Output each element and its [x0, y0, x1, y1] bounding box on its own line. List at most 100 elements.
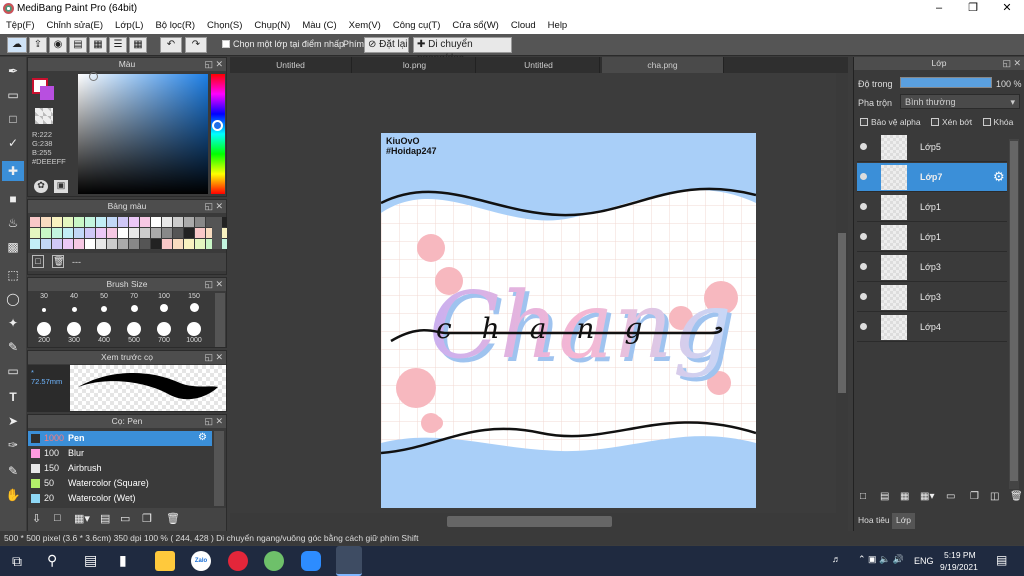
new-layer-icon[interactable]: □ [860, 491, 866, 502]
opera-icon[interactable] [228, 551, 248, 571]
menu-select[interactable]: Chọn(S) [201, 17, 248, 31]
dropper-tool-icon[interactable]: ✎ [2, 461, 24, 481]
add-layer-menu-icon[interactable]: ▦▾ [920, 491, 934, 502]
palette-swatch[interactable] [173, 228, 183, 238]
palette-swatch[interactable] [52, 239, 62, 249]
palette-swatch[interactable] [30, 228, 40, 238]
select-eraser-tool-icon[interactable]: ▭ [2, 361, 24, 381]
list-icon[interactable]: ☰ [109, 37, 127, 53]
clock-date[interactable]: 9/19/2021 [940, 562, 978, 572]
panel-close-icon[interactable]: ◱ ✕ [204, 278, 223, 291]
eyedropper-tool-icon[interactable]: ✑ [2, 435, 24, 455]
panel-close-icon[interactable]: ◱ ✕ [1002, 57, 1021, 70]
tab-layer[interactable]: Lớp [892, 513, 916, 529]
redo-button[interactable]: ↷ [185, 37, 207, 53]
add-brush-icon[interactable]: ▦▾ [74, 512, 90, 525]
lasso-tool-icon[interactable]: ◯ [2, 289, 24, 309]
layer-row[interactable]: Lớp4 [857, 313, 1007, 342]
brush-size-option[interactable]: 50 [90, 293, 118, 319]
brush-item[interactable]: 150 Airbrush [28, 461, 212, 476]
layer-row[interactable]: Lớp1 [857, 223, 1007, 252]
file-explorer-icon[interactable]: ▮ [119, 552, 127, 569]
palette-swatch[interactable] [162, 228, 172, 238]
visibility-icon[interactable] [860, 173, 867, 180]
layer-row[interactable]: Lớp3 [857, 253, 1007, 282]
visibility-icon[interactable] [860, 203, 867, 210]
layer-row[interactable]: Lớp3 [857, 283, 1007, 312]
secondary-color-swatch[interactable] [40, 86, 54, 100]
folder-icon[interactable]: ▭ [120, 512, 130, 525]
palette-swatch[interactable] [118, 228, 128, 238]
layer-scroll-thumb[interactable] [1010, 141, 1018, 481]
tab-untitled-2[interactable]: Untitled [478, 57, 600, 73]
trash-icon[interactable]: 🗑 [52, 255, 64, 268]
folder-icon[interactable]: ▭ [946, 491, 955, 502]
panel-close-icon[interactable]: ◱ ✕ [204, 58, 223, 71]
saturation-field[interactable] [78, 72, 208, 194]
gear-icon[interactable]: ⚙ [993, 169, 1005, 185]
menu-cloud[interactable]: Cloud [505, 17, 542, 31]
palette-swatch[interactable] [184, 228, 194, 238]
gear-icon[interactable]: ⚙ [198, 432, 207, 443]
grid-icon[interactable]: ▦ [129, 37, 147, 53]
vertical-scrollbar[interactable] [836, 73, 848, 513]
brush-size-option[interactable]: 1000 [180, 320, 208, 346]
notification-icon[interactable]: ▤ [996, 553, 1007, 567]
palette-swatch[interactable] [85, 217, 95, 227]
move-hv-button[interactable]: ✚ Di chuyển ngang/dọc [413, 37, 512, 64]
menu-edit[interactable]: Chỉnh sửa(E) [41, 17, 110, 31]
palette-swatches[interactable] [30, 217, 227, 249]
layer-scrollbar[interactable] [1009, 139, 1019, 489]
line-tool-icon[interactable]: ✓ [2, 133, 24, 153]
visibility-icon[interactable] [860, 293, 867, 300]
palette-swatch[interactable] [195, 217, 205, 227]
cloud-icon[interactable]: ☁ [7, 37, 27, 53]
palette-swatch[interactable] [74, 228, 84, 238]
brush-size-option[interactable]: 700 [150, 320, 178, 346]
hue-cursor[interactable] [212, 120, 223, 131]
brush-size-option[interactable]: 100 [150, 293, 178, 319]
menu-window[interactable]: Cửa sổ(W) [446, 17, 504, 31]
search-icon[interactable]: ⚲ [47, 552, 57, 569]
new-8bit-layer-icon[interactable]: ▦ [900, 491, 909, 502]
panel-close-icon[interactable]: ◱ ✕ [204, 200, 223, 213]
close-button[interactable]: ✕ [990, 0, 1024, 17]
palette-swatch[interactable] [184, 217, 194, 227]
protect-alpha-checkbox[interactable] [860, 118, 868, 126]
palette-swatch[interactable] [74, 217, 84, 227]
brush-size-option[interactable]: 70 [120, 293, 148, 319]
cloud-download-icon[interactable]: ⇩ [32, 512, 41, 525]
palette-swatch[interactable] [184, 239, 194, 249]
opacity-slider[interactable] [900, 77, 992, 88]
select-pen-tool-icon[interactable]: ✎ [2, 337, 24, 357]
vertical-scroll-thumb[interactable] [838, 233, 846, 393]
menu-tools[interactable]: Công cụ(T) [387, 17, 447, 31]
brush-size-option[interactable]: 30 [30, 293, 58, 319]
color-picker-icon[interactable]: ▣ [54, 180, 68, 193]
brush-size-option[interactable]: 500 [120, 320, 148, 346]
select-rect-tool-icon[interactable]: ⬚ [2, 265, 24, 285]
hand-tool-icon[interactable]: ✋ [2, 485, 24, 505]
copy-brush-icon[interactable]: ❐ [142, 512, 152, 525]
palette-swatch[interactable] [85, 239, 95, 249]
visibility-icon[interactable] [860, 263, 867, 270]
palette-swatch[interactable] [118, 239, 128, 249]
delete-layer-icon[interactable]: 🗑 [1010, 491, 1023, 502]
eraser-tool-icon[interactable]: ▭ [2, 85, 24, 105]
brush-item[interactable]: 100 Blur [28, 446, 212, 461]
palette-swatch[interactable] [140, 239, 150, 249]
text-tool-icon[interactable]: T [2, 387, 24, 407]
palette-swatch[interactable] [52, 217, 62, 227]
brush-size-scrollbar[interactable] [215, 293, 225, 347]
palette-swatch[interactable] [151, 217, 161, 227]
new-halftone-layer-icon[interactable]: ▤ [880, 491, 889, 502]
artwork-canvas[interactable]: Chang Chang chang KiuOvO #Hoidap247 [381, 133, 756, 508]
palette-swatch[interactable] [173, 239, 183, 249]
brush-size-option[interactable]: 40 [60, 293, 88, 319]
palette-swatch[interactable] [162, 239, 172, 249]
tab-navigator[interactable]: Hoa tiêu [854, 513, 894, 529]
palette-swatch[interactable] [41, 228, 51, 238]
palette-swatch[interactable] [173, 217, 183, 227]
blend-mode-select[interactable]: Bình thường ▾ [900, 94, 1020, 109]
zoom-icon[interactable] [301, 551, 321, 571]
